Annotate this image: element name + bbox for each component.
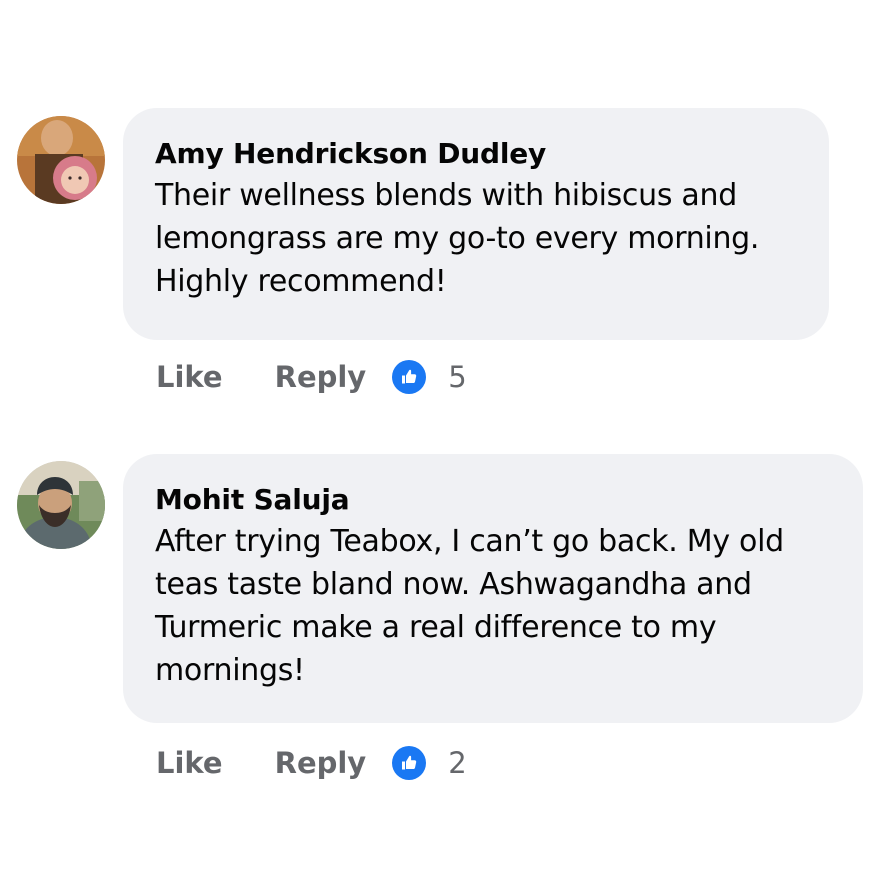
reply-button[interactable]: Reply [275,360,367,394]
like-button[interactable]: Like [156,746,223,780]
comment-actions: Like Reply 2 [156,741,467,785]
comment-bubble: Amy Hendrickson Dudley Their wellness bl… [123,108,829,340]
like-button[interactable]: Like [156,360,223,394]
reply-button[interactable]: Reply [275,746,367,780]
reaction-count[interactable]: 5 [448,360,466,394]
thumbs-up-icon[interactable] [392,360,427,394]
comment-text: After trying Teabox, I can’t go back. My… [155,524,784,688]
profile-photo [17,116,105,204]
avatar[interactable] [17,116,105,204]
profile-photo [17,461,105,549]
comment-bubble: Mohit Saluja After trying Teabox, I can’… [123,454,863,723]
avatar[interactable] [17,461,105,549]
comment-author[interactable]: Amy Hendrickson Dudley [155,134,797,174]
comment-author[interactable]: Mohit Saluja [155,480,831,520]
reaction-count[interactable]: 2 [448,746,466,780]
comment-text: Their wellness blends with hibiscus and … [155,178,760,299]
thumbs-up-icon[interactable] [392,746,427,780]
comment-actions: Like Reply 5 [156,355,467,399]
